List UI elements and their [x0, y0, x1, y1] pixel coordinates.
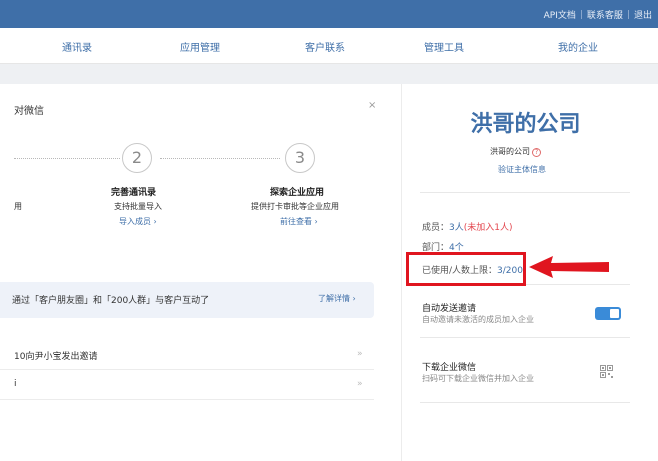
step-3-title: 探索企业应用 — [270, 188, 325, 198]
top-links: API文档 | 联系客服 | 退出 — [544, 8, 652, 22]
view-apps-link[interactable]: 前往查看 › — [280, 216, 318, 227]
top-bar: API文档 | 联系客服 | 退出 — [0, 0, 658, 28]
onboarding-panel: 对微信 × 2 3 用 完善通讯录 支持批量导入 导入成员 › 探索企业应用 提… — [0, 84, 383, 461]
list-item[interactable]: i » — [0, 370, 374, 400]
list-item[interactable]: 10向尹小宝发出邀请 » — [0, 340, 374, 370]
step-3-desc: 提供打卡审批等企业应用 — [251, 202, 339, 211]
company-subtitle: 洪哥的公司? — [490, 146, 541, 157]
verify-entity-link[interactable]: 验证主体信息 — [498, 164, 546, 175]
step-2-circle: 2 — [122, 143, 152, 173]
company-subtitle-text: 洪哥的公司 — [490, 147, 530, 156]
step-3-circle: 3 — [285, 143, 315, 173]
promo-banner: 通过「客户朋友圈」和「200人群」与客户互动了 了解详情 › — [0, 282, 374, 318]
help-icon[interactable]: ? — [532, 148, 541, 157]
list-item-text: i — [14, 379, 17, 389]
double-chevron-icon: » — [357, 349, 363, 359]
nav-my-enterprise[interactable]: 我的企业 — [558, 39, 598, 54]
download-desc: 扫码可下载企业微信并加入企业 — [422, 374, 534, 383]
step-connector — [160, 158, 280, 159]
divider — [420, 337, 630, 338]
nav-app-management[interactable]: 应用管理 — [180, 39, 220, 54]
api-docs-link[interactable]: API文档 — [544, 8, 576, 21]
list-item-text: 10向尹小宝发出邀请 — [14, 352, 98, 362]
divider — [420, 192, 630, 193]
members-stat: 成员：3人(未加入1人) — [422, 220, 513, 233]
nav-contacts[interactable]: 通讯录 — [62, 39, 92, 54]
step-connector — [14, 158, 120, 159]
learn-more-link[interactable]: 了解详情 › — [318, 293, 356, 304]
download-title: 下载企业微信 — [422, 363, 477, 373]
nav-management-tools[interactable]: 管理工具 — [424, 39, 464, 54]
panel-title: 对微信 — [14, 106, 44, 117]
contact-support-link[interactable]: 联系客服 — [587, 8, 623, 21]
auto-invite-title: 自动发送邀请 — [422, 304, 477, 314]
step-2-desc: 支持批量导入 — [114, 202, 162, 211]
main-nav: 通讯录 应用管理 客户联系 管理工具 我的企业 — [0, 28, 658, 64]
toggle-knob — [610, 309, 619, 318]
separator: | — [626, 9, 630, 20]
import-members-link[interactable]: 导入成员 › — [119, 216, 157, 227]
qr-code-icon[interactable] — [600, 365, 613, 378]
logout-link[interactable]: 退出 — [634, 8, 652, 21]
double-chevron-icon: » — [357, 379, 363, 389]
step-1-desc: 用 — [14, 202, 22, 211]
auto-invite-toggle[interactable] — [595, 307, 621, 320]
page-background-band — [0, 64, 658, 84]
members-label: 成员： — [422, 223, 450, 233]
members-pending[interactable]: (未加入1人) — [464, 223, 513, 233]
annotation-highlight-box — [406, 252, 526, 286]
divider — [420, 402, 630, 403]
separator: | — [579, 9, 583, 20]
nav-customer-contact[interactable]: 客户联系 — [305, 39, 345, 54]
company-name: 洪哥的公司 — [470, 112, 581, 137]
close-icon[interactable]: × — [368, 100, 376, 111]
members-value: 3人 — [449, 223, 464, 233]
annotation-arrow-icon — [529, 256, 609, 278]
auto-invite-desc: 自动邀请未激活的成员加入企业 — [422, 315, 534, 324]
banner-text: 通过「客户朋友圈」和「200人群」与客户互动了 — [12, 296, 210, 306]
step-2-title: 完善通讯录 — [111, 188, 157, 198]
